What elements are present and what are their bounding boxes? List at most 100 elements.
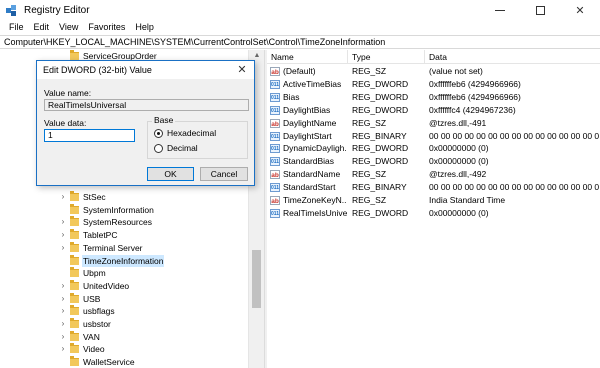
value-type: REG_SZ <box>352 169 387 180</box>
menu-edit[interactable]: Edit <box>29 22 55 32</box>
value-data: @tzres.dll,-492 <box>429 169 487 180</box>
ok-button[interactable]: OK <box>147 167 194 181</box>
chevron-right-icon[interactable]: › <box>58 280 68 292</box>
chevron-right-icon[interactable]: › <box>58 318 68 330</box>
value-type: REG_SZ <box>352 117 387 128</box>
value-row[interactable]: 011 StandardStart REG_BINARY 00 00 00 00… <box>267 181 600 194</box>
value-row[interactable]: ab DaylightName REG_SZ @tzres.dll,-491 <box>267 117 600 130</box>
folder-icon <box>70 356 79 367</box>
tree-item-label: usbflags <box>83 306 115 317</box>
tree-item-label: USB <box>83 293 101 304</box>
value-row[interactable]: 011 DynamicDayligh... REG_DWORD 0x000000… <box>267 142 600 155</box>
column-name-header[interactable]: Name <box>267 50 348 64</box>
chevron-right-icon[interactable]: › <box>58 242 68 254</box>
decimal-radio[interactable]: Decimal <box>154 143 198 153</box>
value-row[interactable]: 011 StandardBias REG_DWORD 0x00000000 (0… <box>267 155 600 168</box>
list-header: Name Type Data <box>267 50 600 64</box>
folder-icon <box>70 330 79 341</box>
hexadecimal-radio[interactable]: Hexadecimal <box>154 128 216 138</box>
value-type: REG_BINARY <box>352 130 407 141</box>
chevron-right-icon[interactable]: › <box>58 343 68 355</box>
value-row[interactable]: 011 DaylightStart REG_BINARY 00 00 00 00… <box>267 130 600 143</box>
folder-icon <box>70 191 79 201</box>
column-type-header[interactable]: Type <box>348 50 425 64</box>
close-icon: ✕ <box>237 64 247 76</box>
value-data: @tzres.dll,-491 <box>429 117 487 128</box>
value-row[interactable]: 011 DaylightBias REG_DWORD 0xffffffc4 (4… <box>267 104 600 117</box>
cancel-button[interactable]: Cancel <box>200 167 248 181</box>
value-data: 0x00000000 (0) <box>429 143 489 154</box>
value-row[interactable]: 011 RealTimeIsUnive... REG_DWORD 0x00000… <box>267 207 600 220</box>
maximize-button[interactable] <box>520 0 560 20</box>
value-name: DaylightBias <box>283 104 331 115</box>
value-data: 00 00 00 00 00 00 00 00 00 00 00 00 00 0… <box>429 130 599 141</box>
tree-item-van[interactable]: › VAN <box>0 330 248 343</box>
chevron-right-icon[interactable]: › <box>58 191 68 203</box>
tree-item-usbstor[interactable]: › usbstor <box>0 318 248 330</box>
folder-icon <box>70 292 79 303</box>
tree-item-usbflags[interactable]: › usbflags <box>0 305 248 317</box>
title-bar: Registry Editor ✕ <box>0 0 600 20</box>
tree-scroll-thumb[interactable] <box>252 250 261 308</box>
value-data-input[interactable]: 1 <box>44 129 135 142</box>
tree-item-video[interactable]: › Video <box>0 343 248 355</box>
folder-icon <box>70 267 79 278</box>
binary-value-icon: 011 <box>270 79 280 89</box>
chevron-right-icon[interactable]: › <box>58 305 68 317</box>
folder-icon <box>70 229 79 240</box>
address-bar[interactable]: Computer\HKEY_LOCAL_MACHINE\SYSTEM\Curre… <box>0 35 600 49</box>
tree-item-timezoneinformation[interactable]: TimeZoneInformation <box>0 254 248 267</box>
tree-item-unitedvideo[interactable]: › UnitedVideo <box>0 279 248 292</box>
value-row[interactable]: 011 ActiveTimeBias REG_DWORD 0xffffffeb6… <box>267 78 600 91</box>
chevron-right-icon[interactable]: › <box>58 229 68 241</box>
folder-icon <box>70 241 79 252</box>
tree-item-systemresources[interactable]: › SystemResources <box>0 216 248 228</box>
tree-item-terminal-server[interactable]: › Terminal Server <box>0 241 248 254</box>
chevron-right-icon[interactable]: › <box>58 216 68 228</box>
tree-item-ubpm[interactable]: Ubpm <box>0 267 248 279</box>
value-data: 0x00000000 (0) <box>429 207 489 218</box>
tree-item-label: Ubpm <box>83 268 106 279</box>
menu-help[interactable]: Help <box>130 22 159 32</box>
base-group: Base Hexadecimal Decimal <box>147 115 248 159</box>
menu-bar: File Edit View Favorites Help <box>0 20 600 34</box>
value-row[interactable]: 011 Bias REG_DWORD 0xffffffeb6 (42949669… <box>267 91 600 104</box>
chevron-right-icon[interactable]: › <box>58 331 68 343</box>
window-title: Registry Editor <box>24 4 90 16</box>
binary-value-icon: 011 <box>270 131 280 141</box>
folder-icon <box>70 254 79 265</box>
dialog-close-button[interactable]: ✕ <box>236 63 248 77</box>
value-data: 00 00 00 00 00 00 00 00 00 00 00 00 00 0… <box>429 182 599 193</box>
value-data: 0xffffffeb6 (4294966966) <box>429 78 521 89</box>
value-row[interactable]: ab TimeZoneKeyN... REG_SZ India Standard… <box>267 194 600 207</box>
value-name: StandardStart <box>283 182 336 193</box>
menu-file[interactable]: File <box>4 22 29 32</box>
tree-item-walletservice[interactable]: WalletService <box>0 356 248 368</box>
tree-item-label: SystemResources <box>83 217 152 228</box>
tree-item-stsec[interactable]: › StSec <box>0 191 248 203</box>
value-data: 0xffffffeb6 (4294966966) <box>429 91 521 102</box>
value-type: REG_DWORD <box>352 91 409 102</box>
menu-view[interactable]: View <box>54 22 83 32</box>
string-value-icon: ab <box>270 118 280 128</box>
tree-item-systeminformation[interactable]: SystemInformation <box>0 203 248 216</box>
binary-value-icon: 011 <box>270 157 280 167</box>
value-name: StandardName <box>283 169 341 180</box>
value-type: REG_SZ <box>352 195 387 205</box>
chevron-right-icon[interactable]: › <box>58 293 68 305</box>
value-name: RealTimeIsUnive... <box>283 207 347 218</box>
value-name: DaylightName <box>283 117 337 128</box>
tree-item-usb[interactable]: › USB <box>0 292 248 305</box>
menu-favorites[interactable]: Favorites <box>83 22 130 32</box>
value-name: TimeZoneKeyN... <box>283 195 347 205</box>
tree-item-tabletpc[interactable]: › TabletPC <box>0 229 248 241</box>
minimize-button[interactable] <box>480 0 520 20</box>
value-name: (Default) <box>283 66 316 76</box>
value-row[interactable]: ab StandardName REG_SZ @tzres.dll,-492 <box>267 168 600 181</box>
value-row[interactable]: ab (Default) REG_SZ (value not set) <box>267 65 600 78</box>
string-value-icon: ab <box>270 196 280 205</box>
value-name-label: Value name: <box>44 88 92 98</box>
tree-item-label: SystemInformation <box>83 204 154 215</box>
close-button[interactable]: ✕ <box>560 0 600 20</box>
column-data-header[interactable]: Data <box>425 50 600 64</box>
